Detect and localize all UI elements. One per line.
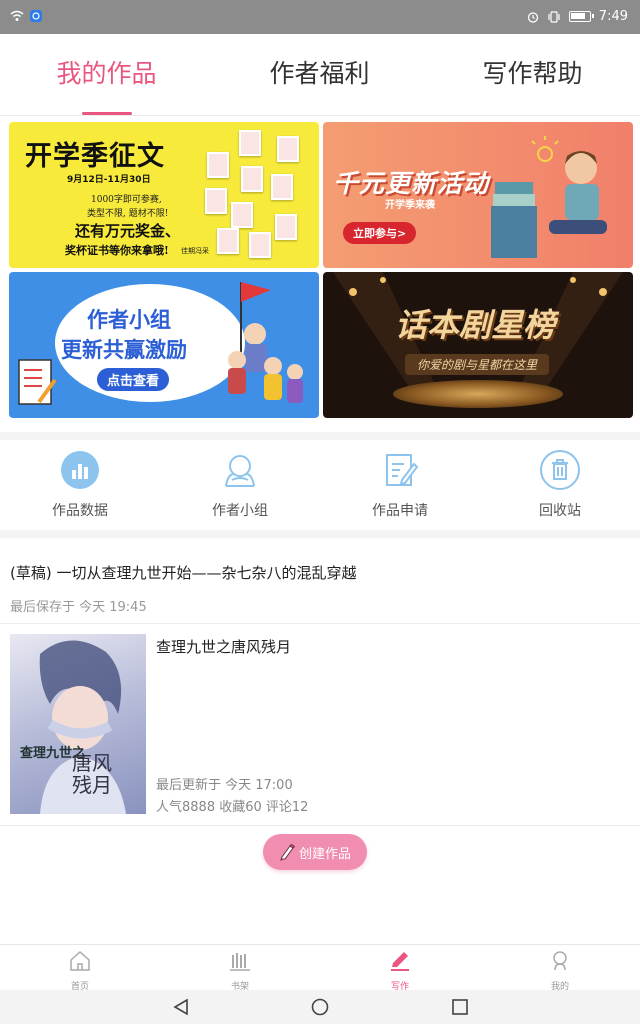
view-now-button[interactable]: 点击查看 bbox=[97, 368, 170, 391]
banner-update-event[interactable]: 千元更新活动 开学季来袭 立即参与> bbox=[323, 122, 633, 268]
banner-line: 类型不限, 题材不限! bbox=[87, 209, 169, 219]
vibrate-icon bbox=[548, 10, 560, 23]
nav-profile[interactable]: 我的 bbox=[480, 949, 640, 992]
quick-item-work-data[interactable]: 作品数据 bbox=[0, 450, 160, 520]
photo-thumbnail bbox=[205, 188, 227, 214]
draft-saved-time: 最后保存于 今天 19:45 bbox=[10, 600, 147, 615]
banner-line: 奖杯证书等你来拿哦! bbox=[65, 244, 169, 257]
photo-thumbnail bbox=[207, 152, 229, 178]
photo-thumbnail bbox=[231, 202, 253, 228]
top-tab-bar: 我的作品 作者福利 写作帮助 bbox=[0, 34, 640, 116]
nav-bookshelf[interactable]: 书架 bbox=[160, 949, 320, 992]
home-icon bbox=[70, 950, 90, 971]
quick-item-label: 作品数据 bbox=[52, 503, 108, 519]
photo-thumbnail bbox=[241, 166, 263, 192]
quick-item-author-group[interactable]: 作者小组 bbox=[160, 450, 320, 520]
work-updated-time: 最后更新于 今天 17:00 bbox=[156, 778, 293, 793]
status-bar: 7:49 bbox=[0, 0, 640, 34]
work-stats: 人气8888 收藏60 评论12 bbox=[156, 800, 309, 815]
alarm-icon bbox=[527, 11, 538, 23]
stage-decoration bbox=[393, 380, 563, 408]
pencil-icon bbox=[391, 952, 409, 971]
checklist-icon bbox=[18, 359, 57, 405]
works-list: (草稿) 一切从查理九世开始——杂七杂八的混乱穿越 最后保存于 今天 19:45… bbox=[0, 530, 640, 944]
wifi-icon bbox=[10, 10, 24, 21]
back-icon[interactable] bbox=[172, 998, 190, 1016]
photo-thumbnail bbox=[275, 214, 297, 240]
edit-document-icon bbox=[386, 454, 419, 486]
tab-my-works[interactable]: 我的作品 bbox=[0, 54, 213, 90]
trash-icon bbox=[540, 450, 580, 490]
photo-thumbnail bbox=[277, 136, 299, 162]
cover-title-text: 唐风 残月 bbox=[72, 751, 112, 797]
banner-line: 更新共赢激励 bbox=[61, 338, 187, 362]
photo-thumbnail bbox=[271, 174, 293, 200]
draft-title: (草稿) 一切从查理九世开始——杂七杂八的混乱穿越 bbox=[10, 564, 357, 582]
quick-item-recycle-bin[interactable]: 回收站 bbox=[480, 450, 640, 520]
nav-write[interactable]: 写作 bbox=[320, 949, 480, 992]
banner-essay-contest[interactable]: 开学季征文 9月12日-11月30日 1000字即可参赛, 类型不限, 题材不限… bbox=[9, 122, 319, 268]
bar-chart-icon bbox=[61, 451, 99, 489]
pencil-icon bbox=[280, 843, 295, 861]
photo-thumbnail bbox=[249, 232, 271, 258]
battery-icon bbox=[568, 11, 594, 22]
bookshelf-icon bbox=[230, 953, 250, 971]
photo-thumbnail bbox=[239, 130, 261, 156]
active-tab-indicator bbox=[82, 112, 132, 115]
create-work-label: 创建作品 bbox=[298, 846, 351, 862]
quick-actions: 作品数据 作者小组 作品申请 回收站 bbox=[0, 432, 640, 530]
banner-title: 话本剧星榜 bbox=[395, 306, 556, 344]
tab-writing-help[interactable]: 写作帮助 bbox=[426, 54, 639, 90]
bottom-nav: 首页 书架 写作 我的 bbox=[0, 944, 640, 992]
banner-subtitle: 你爱的剧与星都在这里 bbox=[405, 354, 550, 375]
kids-with-flag-illustration bbox=[228, 282, 303, 403]
nav-home[interactable]: 首页 bbox=[0, 949, 160, 992]
work-title: 查理九世之唐风残月 bbox=[156, 638, 292, 656]
status-left bbox=[10, 10, 42, 22]
banner-grid: 开学季征文 9月12日-11月30日 1000字即可参赛, 类型不限, 题材不限… bbox=[0, 116, 640, 424]
banner-date: 9月12日-11月30日 bbox=[67, 175, 151, 185]
status-right: 7:49 bbox=[527, 9, 628, 24]
banner-logo: 佳期冯采 bbox=[181, 247, 209, 255]
quick-item-label: 作者小组 bbox=[212, 503, 268, 519]
profile-icon bbox=[553, 951, 567, 971]
status-time: 7:49 bbox=[598, 9, 628, 24]
banner-line: 还有万元奖金、 bbox=[75, 222, 181, 240]
system-nav-bar bbox=[0, 990, 640, 1024]
banner-drama-ranking[interactable]: 话本剧星榜 你爱的剧与星都在这里 bbox=[323, 272, 633, 418]
book-cover: 查理九世之 唐风 残月 bbox=[10, 634, 146, 814]
draft-item[interactable]: (草稿) 一切从查理九世开始——杂七杂八的混乱穿越 最后保存于 今天 19:45 bbox=[0, 546, 640, 624]
home-button-icon[interactable] bbox=[311, 998, 329, 1016]
quick-item-label: 回收站 bbox=[539, 503, 581, 519]
banner-line: 1000字即可参赛, bbox=[91, 195, 162, 205]
banner-title: 开学季征文 bbox=[25, 141, 165, 172]
tab-author-benefits[interactable]: 作者福利 bbox=[213, 54, 426, 90]
banner-line: 作者小组 bbox=[87, 308, 171, 332]
reading-person-illustration bbox=[491, 136, 607, 258]
photo-thumbnail bbox=[217, 228, 239, 254]
group-icon bbox=[225, 455, 255, 487]
create-work-button[interactable]: 创建作品 bbox=[263, 834, 367, 870]
app-notification-icon bbox=[30, 10, 42, 22]
quick-item-label: 作品申请 bbox=[372, 503, 428, 519]
banner-subtitle: 开学季来袭 bbox=[385, 200, 435, 211]
join-now-button[interactable]: 立即参与> bbox=[343, 222, 417, 244]
recent-apps-icon[interactable] bbox=[451, 998, 469, 1016]
banner-title: 千元更新活动 bbox=[333, 169, 490, 198]
work-item[interactable]: 查理九世之 唐风 残月 查理九世之唐风残月 最后更新于 今天 17:00 人气8… bbox=[0, 624, 640, 826]
banner-author-group[interactable]: 作者小组 更新共赢激励 点击查看 bbox=[9, 272, 319, 418]
quick-item-work-application[interactable]: 作品申请 bbox=[320, 450, 480, 520]
